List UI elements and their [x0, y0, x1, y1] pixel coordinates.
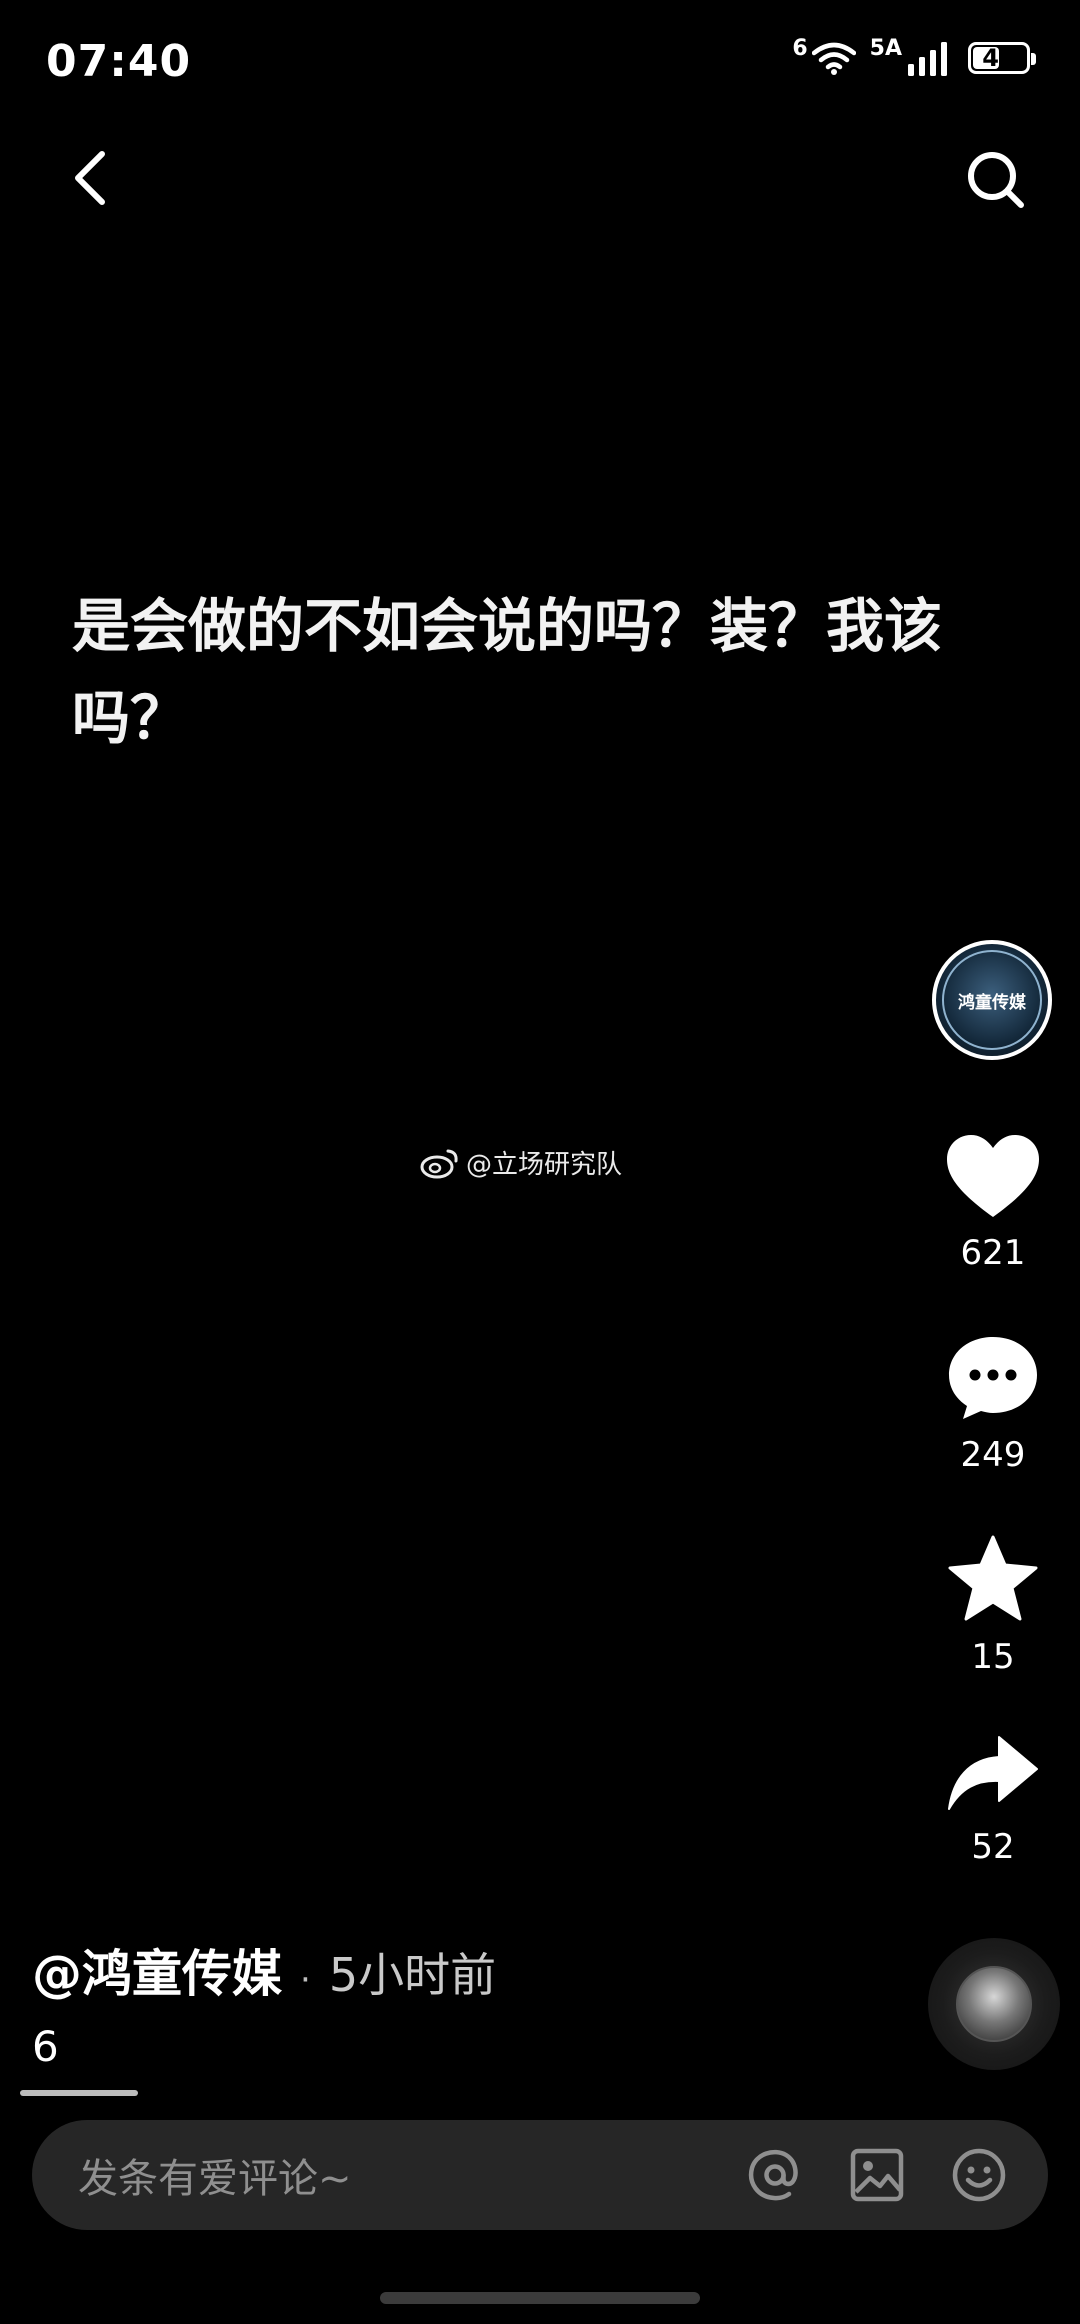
author-line: @鸿童传媒 · 5小时前 — [32, 1934, 496, 2006]
favorite-button[interactable]: 15 — [936, 1535, 1050, 1677]
like-count: 621 — [960, 1233, 1026, 1273]
separator-dot: · — [300, 1960, 311, 2000]
share-count: 52 — [971, 1827, 1015, 1867]
watermark-text: @立场研究队 — [466, 1150, 623, 1180]
watermark: @立场研究队 — [420, 1144, 622, 1181]
emoji-icon — [952, 2148, 1006, 2202]
video-progress-bar[interactable] — [20, 2090, 138, 2096]
at-mention-button[interactable] — [746, 2146, 804, 2204]
wifi-badge: 6 — [792, 35, 808, 61]
at-icon — [748, 2149, 798, 2201]
avatar-label: 鸿童传媒 — [942, 950, 1042, 1050]
star-icon — [948, 1535, 1038, 1621]
network-type: 5A — [869, 35, 902, 61]
image-picker-button[interactable] — [848, 2146, 906, 2204]
back-button[interactable] — [64, 148, 124, 208]
author-avatar[interactable]: 鸿童传媒 — [932, 940, 1052, 1060]
search-icon — [968, 152, 1024, 208]
wifi-icon — [811, 42, 856, 75]
weibo-logo-icon — [420, 1149, 458, 1178]
share-button[interactable]: 52 — [936, 1735, 1050, 1867]
comment-input[interactable]: 发条有爱评论~ — [78, 2146, 746, 2204]
image-icon — [850, 2148, 904, 2202]
signal-icon — [908, 42, 947, 76]
comment-bar[interactable]: 发条有爱评论~ — [32, 2120, 1048, 2230]
battery-indicator: 41 — [968, 42, 1036, 74]
share-arrow-icon — [948, 1736, 1038, 1810]
music-disc[interactable] — [928, 1938, 1060, 2070]
comment-button[interactable]: 249 — [936, 1335, 1050, 1475]
heart-icon — [947, 1135, 1039, 1217]
favorite-count: 15 — [971, 1637, 1015, 1677]
status-time: 07:40 — [46, 36, 192, 87]
like-button[interactable]: 621 — [936, 1135, 1050, 1273]
home-indicator[interactable] — [380, 2292, 700, 2304]
music-cover-image — [956, 1966, 1032, 2042]
comment-bubble-icon — [949, 1337, 1037, 1419]
caption-text: 6 — [32, 2022, 59, 2071]
battery-level: 41 — [982, 44, 1016, 72]
post-text: 是会做的不如会说的吗？装？我该吗？ — [72, 592, 943, 752]
post-time: 5小时前 — [328, 1948, 497, 2002]
emoji-picker-button[interactable] — [950, 2146, 1008, 2204]
comment-count: 249 — [960, 1435, 1026, 1475]
status-icons: 6 5A 41 — [792, 36, 1036, 76]
author-name[interactable]: @鸿童传媒 — [32, 1934, 282, 2006]
search-button[interactable] — [964, 148, 1028, 212]
chevron-left-icon — [75, 151, 105, 205]
